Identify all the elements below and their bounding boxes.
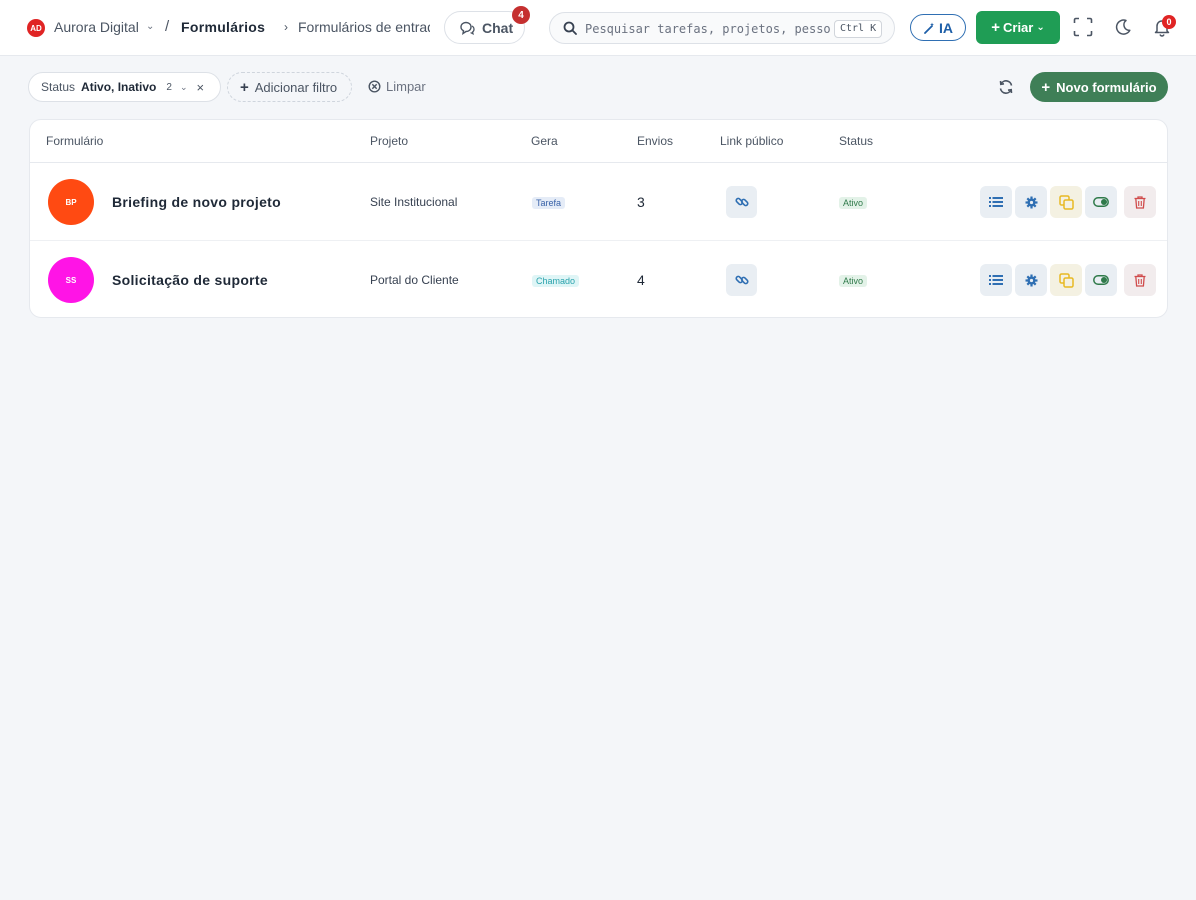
toggle-icon [1093,275,1109,285]
chat-icon [460,21,475,35]
list-icon [989,197,1003,207]
workspace-logo[interactable]: AD [27,19,45,37]
chevron-down-icon[interactable]: ⌄ [180,82,188,93]
ia-label: IA [939,19,953,36]
column-header-status[interactable]: Status [839,134,873,148]
view-submissions-button[interactable] [980,264,1012,296]
gear-icon [1025,196,1037,208]
refresh-icon[interactable] [998,79,1014,95]
trash-icon [1134,195,1146,209]
duplicate-button[interactable] [1050,264,1082,296]
view-submissions-button[interactable] [980,186,1012,218]
duplicate-button[interactable] [1050,186,1082,218]
create-label: Criar [1003,20,1034,35]
search-icon [563,21,577,35]
list-icon [989,275,1003,285]
add-filter-button[interactable]: + Adicionar filtro [227,72,352,102]
public-link-button[interactable] [726,186,757,218]
workspace-name[interactable]: Aurora Digital [54,19,139,35]
chat-label: Chat [482,19,514,36]
status-filter-chip[interactable]: Status Ativo, Inativo 2 ⌄ × [28,72,221,102]
chevron-down-icon[interactable]: ⌄ [146,21,154,32]
toggle-icon [1093,197,1109,207]
filter-count: 2 [166,81,172,93]
link-icon [734,197,749,207]
create-button[interactable]: + Criar ⌄ [976,11,1060,44]
clear-filters-button[interactable]: Limpar [368,79,426,94]
magic-wand-icon [924,22,934,34]
generates-badge: Tarefa [532,197,566,209]
breadcrumb-separator: / [165,18,170,35]
search-input[interactable] [585,19,830,39]
forms-table: Formulário Projeto Gera Envios Link públ… [29,119,1168,318]
new-form-button[interactable]: + Novo formulário [1030,72,1168,102]
filter-key: Status [41,80,76,94]
new-form-label: Novo formulário [1056,79,1157,95]
table-row[interactable]: SS Solicitação de suporte Portal do Clie… [30,241,1167,317]
column-header-public-link[interactable]: Link público [720,134,783,148]
avatar: SS [48,257,94,303]
submissions-count: 4 [637,272,645,288]
search-shortcut-hint: Ctrl K [834,20,883,38]
toggle-active-button[interactable] [1085,264,1117,296]
copy-icon [1058,272,1074,288]
public-link-button[interactable] [726,264,757,296]
breadcrumb-current[interactable]: Formulários [181,19,265,35]
breadcrumb-subpage[interactable]: Formulários de entrada [298,19,430,35]
delete-button[interactable] [1124,264,1156,296]
toggle-active-button[interactable] [1085,186,1117,218]
fullscreen-icon[interactable] [1073,17,1093,37]
top-bar: AD Aurora Digital ⌄ / Formulários › Form… [0,0,1196,56]
global-search[interactable]: Ctrl K [549,12,895,44]
form-name[interactable]: Solicitação de suporte [112,272,287,288]
table-header: Formulário Projeto Gera Envios Link públ… [30,120,1167,163]
column-header-form[interactable]: Formulário [46,134,103,148]
column-header-generates[interactable]: Gera [531,134,558,148]
avatar: BP [48,179,94,225]
chevron-down-icon: ⌄ [1036,22,1045,33]
form-name[interactable]: Briefing de novo projeto [112,194,287,210]
generates-badge: Chamado [532,275,580,287]
chat-unread-badge: 4 [512,6,530,24]
close-icon[interactable]: × [196,80,204,95]
plus-icon: + [1041,78,1051,96]
column-header-submissions[interactable]: Envios [637,134,673,148]
copy-icon [1058,194,1074,210]
status-badge: Ativo [839,275,868,287]
filter-value: Ativo, Inativo [81,80,157,94]
status-badge: Ativo [839,197,868,209]
breadcrumb-arrow: › [284,20,288,34]
project-name: Site Institucional [370,195,458,209]
notifications-badge: 0 [1162,15,1176,29]
settings-button[interactable] [1015,186,1047,218]
plus-icon: + [991,19,1000,36]
trash-icon [1134,273,1146,287]
clear-label: Limpar [386,79,426,94]
project-name: Portal do Cliente [370,273,459,287]
clear-icon [368,80,381,93]
ia-button[interactable]: IA [910,14,966,41]
delete-button[interactable] [1124,186,1156,218]
column-header-project[interactable]: Projeto [370,134,408,148]
moon-icon[interactable] [1114,18,1132,36]
gear-icon [1025,274,1037,286]
link-icon [734,275,749,285]
submissions-count: 3 [637,194,645,210]
table-row[interactable]: BP Briefing de novo projeto Site Institu… [30,163,1167,241]
settings-button[interactable] [1015,264,1047,296]
plus-icon: + [240,78,249,96]
add-filter-label: Adicionar filtro [254,79,338,95]
